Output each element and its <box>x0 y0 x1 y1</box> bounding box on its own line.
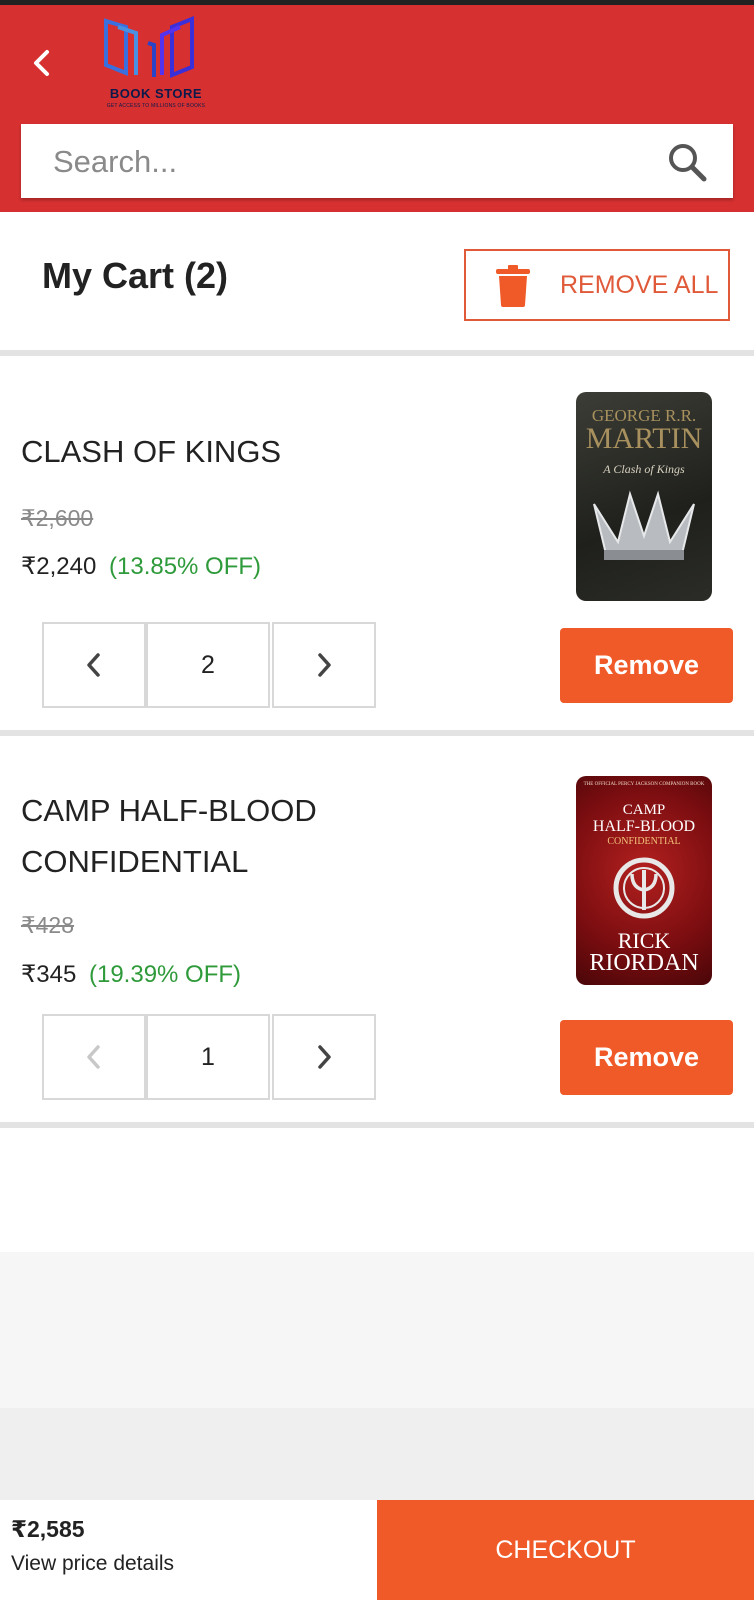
increase-quantity-button[interactable] <box>272 622 376 708</box>
cover-book-title: A Clash of Kings <box>603 462 685 476</box>
quantity-value: 1 <box>146 1014 270 1100</box>
increase-quantity-button[interactable] <box>272 1014 376 1100</box>
remove-item-button[interactable]: Remove <box>560 628 733 703</box>
cover-title-line3: CONFIDENTIAL <box>607 836 681 847</box>
item-old-price: ₹2,600 <box>21 505 94 531</box>
decrease-quantity-button[interactable] <box>42 622 146 708</box>
book-cover[interactable]: THE OFFICIAL PERCY JACKSON COMPANION BOO… <box>576 776 712 985</box>
item-title[interactable]: CAMP HALF-BLOOD CONFIDENTIAL <box>21 785 361 887</box>
cover-author-main: MARTIN <box>585 422 703 455</box>
search-bar <box>21 124 733 200</box>
chevron-left-icon <box>87 1045 100 1069</box>
item-title[interactable]: CLASH OF KINGS <box>21 426 501 477</box>
cart-title: My Cart (2) <box>42 255 229 296</box>
store-logo[interactable]: BOOK STORE GET ACCESS TO MILLIONS OF BOO… <box>96 13 216 113</box>
decrease-quantity-button[interactable] <box>42 1014 146 1100</box>
remove-item-button[interactable]: Remove <box>560 1020 733 1095</box>
item-price: ₹345 <box>21 961 77 988</box>
checkout-bar: ₹2,585 View price details CHECKOUT <box>0 1500 754 1600</box>
search-icon[interactable] <box>665 140 709 184</box>
cover-title-line2: HALF-BLOOD <box>592 818 696 835</box>
crown-icon <box>593 490 695 560</box>
quantity-value: 2 <box>146 622 270 708</box>
app-header: BOOK STORE GET ACCESS TO MILLIONS OF BOO… <box>0 5 754 212</box>
quantity-stepper: 2 <box>42 622 376 708</box>
view-price-details-link[interactable]: View price details <box>11 1552 174 1576</box>
divider <box>0 350 754 356</box>
divider <box>0 1122 754 1128</box>
remove-all-button[interactable]: REMOVE ALL <box>464 249 730 321</box>
trash-icon <box>496 265 530 307</box>
divider <box>0 730 754 736</box>
logo-title: BOOK STORE <box>109 86 203 101</box>
cover-series: THE OFFICIAL PERCY JACKSON COMPANION BOO… <box>583 782 705 787</box>
empty-area <box>0 1408 754 1500</box>
item-old-price: ₹428 <box>21 912 75 938</box>
item-discount: (19.39% OFF) <box>88 961 242 988</box>
book-cover[interactable]: GEORGE R.R. MARTIN A Clash of Kings <box>576 392 712 601</box>
cover-author-line2: RIORDAN <box>589 950 699 976</box>
total-price: ₹2,585 <box>11 1516 85 1542</box>
quantity-stepper: 1 <box>42 1014 376 1100</box>
cover-title-line1: CAMP <box>622 802 666 818</box>
chevron-left-icon <box>87 653 100 677</box>
book-logo-icon <box>104 16 194 78</box>
logo-subtitle: GET ACCESS TO MILLIONS OF BOOKS <box>106 103 206 109</box>
item-discount: (13.85% OFF) <box>109 553 262 580</box>
search-input[interactable] <box>51 124 655 200</box>
chevron-right-icon <box>318 653 331 677</box>
back-arrow-icon <box>34 50 49 76</box>
item-price-row: ₹345 (19.39% OFF) <box>21 960 241 989</box>
trident-emblem-icon <box>613 857 675 919</box>
item-price: ₹2,240 <box>21 553 97 580</box>
empty-area <box>0 1252 754 1408</box>
back-button[interactable] <box>24 45 60 81</box>
item-price-row: ₹2,240 (13.85% OFF) <box>21 552 261 581</box>
chevron-right-icon <box>318 1045 331 1069</box>
remove-all-label: REMOVE ALL <box>560 271 719 299</box>
checkout-button[interactable]: CHECKOUT <box>377 1500 754 1600</box>
